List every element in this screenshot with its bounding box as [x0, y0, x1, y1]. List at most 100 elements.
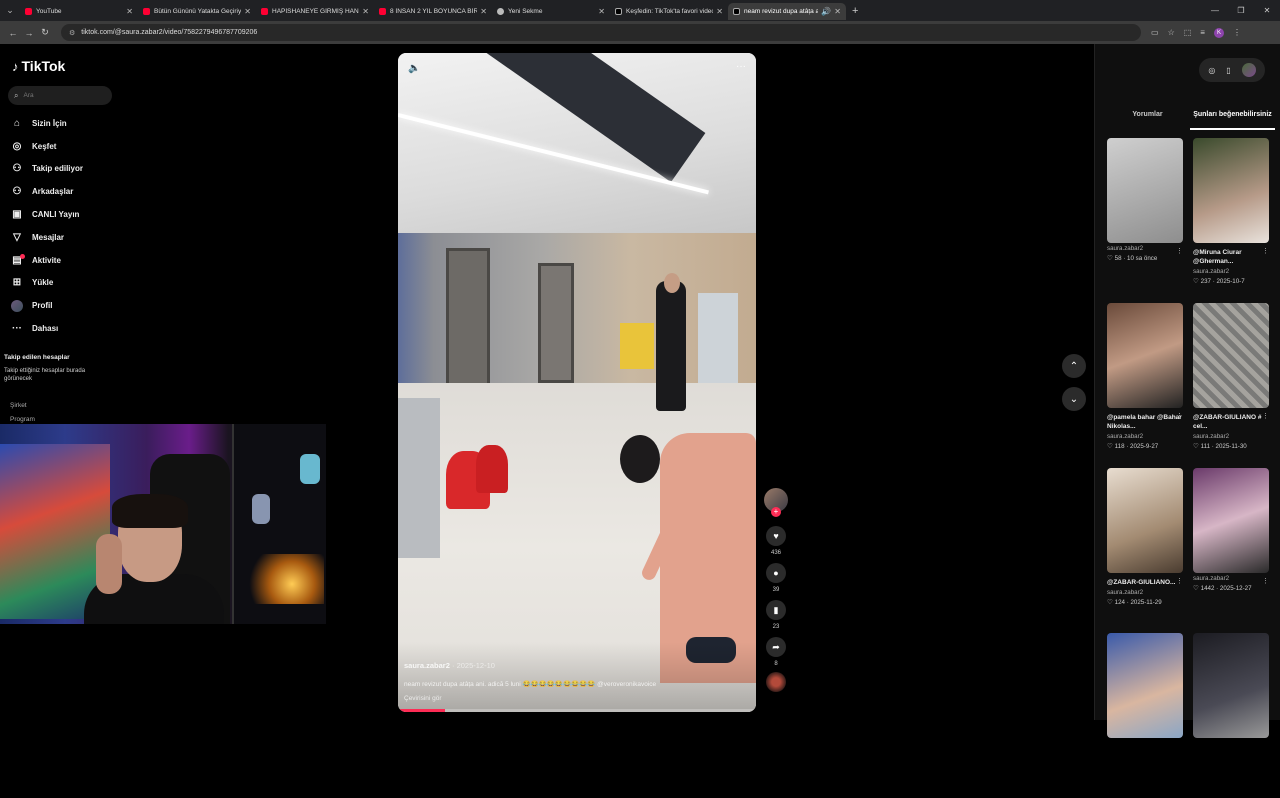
close-tab-icon[interactable]: ✕ — [126, 7, 133, 16]
share-action[interactable]: ➦ 8 — [763, 637, 789, 670]
close-tab-icon[interactable]: ✕ — [244, 7, 251, 16]
extensions-icon[interactable]: ⬚ — [1184, 28, 1192, 37]
sidebar-item[interactable]: ◎ Keşfet — [11, 135, 83, 158]
comment-icon[interactable]: ● — [766, 563, 786, 583]
browser-tab[interactable]: HAPİSHANEYE GİRMİŞ HANIM...✕ — [256, 3, 374, 20]
video-player[interactable]: 🔈 ··· saura.zabar2 · 2025-12-10 neam rev… — [398, 53, 756, 712]
sidebar-item[interactable]: ▽ Mesajlar — [11, 226, 83, 249]
recommended-card[interactable]: ⋮ saura.zabar2 ♡ 58 · 10 sa önce — [1107, 138, 1183, 303]
tab-comments[interactable]: Yorumlar — [1105, 108, 1190, 130]
browser-tab[interactable]: neam revizut dupa atâța a... 🔊 ✕ — [728, 3, 846, 20]
shelf-lamp — [244, 554, 324, 604]
footer-link-company[interactable]: Şirket — [10, 402, 27, 409]
user-avatar[interactable] — [1241, 63, 1256, 77]
creator-avatar[interactable]: + — [764, 488, 788, 517]
bookmark-star-icon[interactable]: ☆ — [1168, 28, 1175, 37]
browser-menu-icon[interactable]: ⋮ — [1233, 28, 1241, 37]
video-thumbnail[interactable] — [1193, 633, 1269, 738]
sidebar-item[interactable]: ▤ Aktivite — [11, 249, 83, 272]
forward-icon[interactable]: → — [21, 28, 37, 38]
close-tab-icon[interactable]: ✕ — [480, 7, 487, 16]
recommended-card[interactable]: @Miruna Ciurar @Gherman... ⋮ saura.zabar2 ♡… — [1193, 138, 1269, 303]
compass-icon[interactable]: ◎ — [1208, 66, 1215, 75]
sidebar-item[interactable]: ▣ CANLI Yayın — [11, 203, 83, 226]
close-tab-icon[interactable]: ✕ — [834, 7, 841, 16]
close-tab-icon[interactable]: ✕ — [598, 7, 605, 16]
sidebar-item[interactable]: ⚇ Arkadaşlar — [11, 180, 83, 203]
card-author[interactable]: saura.zabar2 — [1193, 433, 1269, 440]
more-options-icon[interactable]: ··· — [736, 61, 746, 72]
close-tab-icon[interactable]: ✕ — [362, 7, 369, 16]
card-author[interactable]: saura.zabar2 — [1107, 245, 1183, 252]
maximize-icon[interactable]: ❐ — [1228, 6, 1254, 15]
url-field[interactable]: ⚙ tiktok.com/@saura.zabar2/video/7582279… — [61, 24, 1141, 41]
sidebar-item[interactable]: ⊞ Yükle — [11, 272, 83, 295]
video-progress-bar[interactable] — [398, 709, 756, 712]
more-icon[interactable]: ⋮ — [1262, 577, 1269, 585]
next-video-button[interactable]: ⌄ — [1062, 387, 1086, 411]
footer-link-program[interactable]: Program — [10, 416, 35, 423]
browser-tab[interactable]: 8 İNSAN 2 YIL BOYUNCA BİR M...✕ — [374, 3, 492, 20]
music-disc-icon[interactable] — [766, 672, 786, 692]
cast-icon[interactable]: ▭ — [1151, 28, 1159, 37]
browser-tab[interactable]: YouTube ✕ — [20, 3, 138, 20]
share-icon[interactable]: ➦ — [766, 637, 786, 657]
more-icon[interactable]: ⋮ — [1176, 577, 1183, 585]
sidebar-item[interactable]: ⌂ Sizin İçin — [11, 112, 83, 135]
tab-recommended[interactable]: Şunları beğenebilirsiniz — [1190, 108, 1275, 130]
sidebar-item[interactable]: ⚇ Takip ediliyor — [11, 158, 83, 181]
card-author[interactable]: saura.zabar2 — [1107, 589, 1183, 596]
see-translation-link[interactable]: Çevirisini gör — [404, 695, 442, 702]
bookmark-icon[interactable]: ▮ — [766, 600, 786, 620]
browser-tab[interactable]: Keşfedin: TikTok'ta favori video... ✕ — [610, 3, 728, 20]
reload-icon[interactable]: ↻ — [37, 27, 53, 38]
recommended-card[interactable] — [1107, 633, 1183, 798]
save-action[interactable]: ▮ 23 — [763, 600, 789, 633]
minimize-icon[interactable]: — — [1202, 6, 1228, 15]
recommended-card[interactable] — [1193, 633, 1269, 798]
heart-outline-icon: ♡ — [1107, 255, 1115, 262]
video-thumbnail[interactable] — [1107, 468, 1183, 573]
more-icon[interactable]: ⋮ — [1262, 247, 1269, 255]
audio-icon[interactable]: 🔊 — [821, 7, 831, 16]
video-thumbnail[interactable] — [1107, 138, 1183, 243]
follow-plus-icon[interactable]: + — [771, 507, 781, 517]
card-author[interactable]: saura.zabar2 — [1193, 268, 1269, 275]
like-action[interactable]: ♥ 436 — [763, 526, 789, 559]
card-author[interactable]: saura.zabar2 — [1107, 433, 1183, 440]
video-thumbnail[interactable] — [1107, 633, 1183, 738]
tab-search-icon[interactable]: ⌄ — [0, 0, 20, 21]
new-tab-button[interactable]: + — [852, 5, 858, 17]
comment-action[interactable]: ● 39 — [763, 563, 789, 596]
sidebar-item[interactable]: ··· Dahası — [11, 317, 83, 340]
volume-icon[interactable]: 🔈 — [408, 63, 420, 74]
site-info-icon[interactable]: ⚙ — [69, 29, 75, 37]
more-icon[interactable]: ⋮ — [1176, 412, 1183, 420]
user-follow-icon: ⚇ — [12, 163, 22, 175]
sidebar-item[interactable]: Profil — [11, 294, 83, 317]
video-author[interactable]: saura.zabar2 · 2025-12-10 — [404, 661, 495, 670]
phone-icon[interactable]: ▯ — [1226, 66, 1230, 75]
browser-tab[interactable]: Yeni Sekme ✕ — [492, 3, 610, 20]
tiktok-logo[interactable]: ♪ TikTok — [12, 58, 65, 74]
browser-tab[interactable]: Bütün Gününü Yatakta Geçiriyo... ✕ — [138, 3, 256, 20]
media-icon[interactable]: ≡ — [1200, 28, 1205, 37]
search-input[interactable]: ⌕ Ara — [8, 86, 112, 105]
heart-icon[interactable]: ♥ — [766, 526, 786, 546]
recommended-card[interactable]: @ZABAR-GIULIANO... ⋮ saura.zabar2 ♡ 124 · 2… — [1107, 468, 1183, 633]
video-thumbnail[interactable] — [1193, 138, 1269, 243]
close-tab-icon[interactable]: ✕ — [716, 7, 723, 16]
card-author[interactable]: saura.zabar2 — [1193, 575, 1269, 582]
previous-video-button[interactable]: ⌃ — [1062, 354, 1086, 378]
video-thumbnail[interactable] — [1193, 468, 1269, 573]
recommended-card[interactable]: @pamela bahar @Bahar Nikolas... ⋮ saura.za… — [1107, 303, 1183, 468]
video-thumbnail[interactable] — [1107, 303, 1183, 408]
more-icon[interactable]: ⋮ — [1176, 247, 1183, 255]
profile-avatar-icon[interactable]: K — [1213, 27, 1224, 38]
video-thumbnail[interactable] — [1193, 303, 1269, 408]
recommended-card[interactable]: @ZABAR-GIULIANO # cel... ⋮ saura.zabar2 ♡ 1… — [1193, 303, 1269, 468]
recommended-card[interactable]: ⋮ saura.zabar2 ♡ 1442 · 2025-12-27 — [1193, 468, 1269, 633]
back-icon[interactable]: ← — [5, 28, 21, 38]
close-window-icon[interactable]: ✕ — [1254, 6, 1280, 15]
more-icon[interactable]: ⋮ — [1262, 412, 1269, 420]
